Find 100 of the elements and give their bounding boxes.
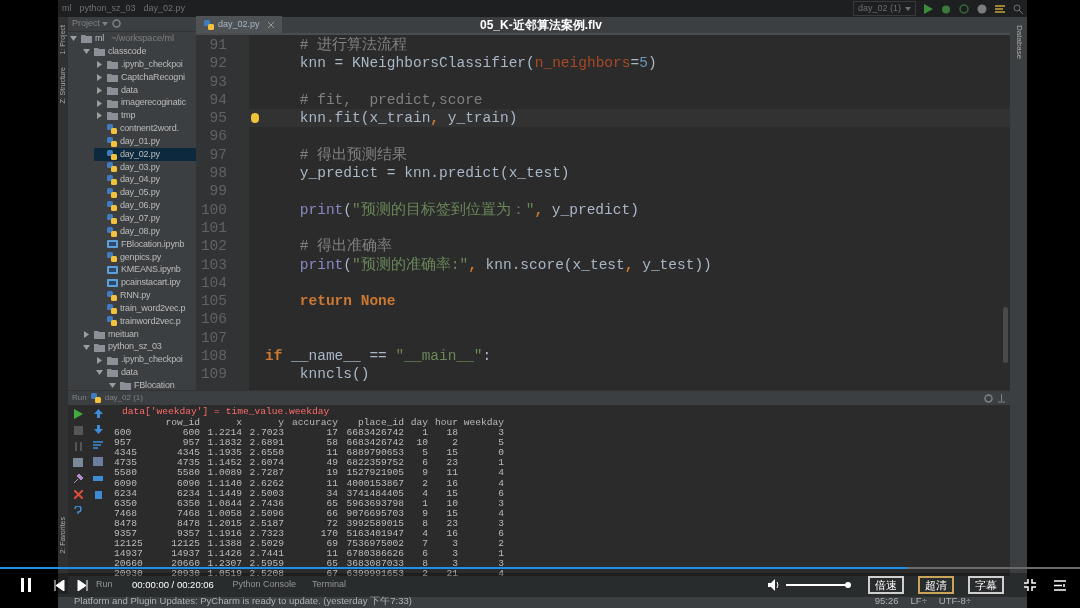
tree-item[interactable]: meituan — [81, 327, 196, 341]
table-cell-text: 6 — [421, 458, 428, 469]
table-cell-text: 4735 — [175, 458, 200, 469]
tree-item[interactable]: day_06.py — [94, 199, 196, 213]
table-cell-text: 6822359752 — [345, 458, 404, 469]
table-cell-text: 2 — [451, 438, 458, 449]
table-cell-text: 957 — [181, 438, 200, 449]
tree-item[interactable]: day_01.py — [94, 135, 196, 149]
tool-window-tab[interactable]: Database — [1012, 25, 1025, 60]
run-config-dropdown[interactable]: day_02 (1) — [852, 0, 916, 17]
table-cell-text: 2 — [421, 478, 428, 489]
tool-tab[interactable]: Python Console — [232, 578, 297, 592]
table-cell-text: 10 — [445, 498, 458, 509]
breadcrumb-item[interactable]: day_02.py — [143, 1, 186, 16]
tree-item[interactable]: day_04.py — [94, 173, 196, 187]
tree-item[interactable]: RNN.py — [94, 289, 196, 303]
tree-item[interactable]: contnent2word. — [94, 122, 196, 136]
tree-item[interactable]: genpics.py — [94, 250, 196, 264]
player-option-button[interactable]: 超清 — [918, 576, 954, 594]
table-cell-text: 6399991653 — [345, 569, 404, 576]
table-cell-text: 1 — [497, 549, 504, 560]
row-index: 8478 — [114, 518, 139, 530]
tree-item[interactable]: tmp — [94, 109, 196, 123]
table-cell-text: 9 — [421, 508, 428, 519]
table-cell-text: 2.6550 — [248, 448, 284, 459]
tree-item[interactable]: .ipynb_checkpoi — [94, 58, 196, 72]
tree-item[interactable]: train_word2vec.p — [94, 302, 196, 316]
table-cell-text: 7 — [421, 539, 428, 550]
tree-item[interactable]: trainword2vec.p — [94, 315, 196, 328]
file-encoding[interactable]: UTF-8÷ — [938, 593, 971, 608]
table-cell-text: 15 — [445, 488, 458, 499]
table-cell-text: 34 — [325, 488, 338, 499]
cursor-position[interactable]: 95:26 — [874, 593, 899, 608]
table-cell-text: 2.5187 — [248, 518, 284, 530]
tree-item[interactable]: KMEANS.ipynb — [94, 263, 196, 277]
table-cell-text: 20660 — [170, 559, 200, 570]
tree-item[interactable]: CaptchaRecogni — [94, 71, 196, 84]
tree-item[interactable]: day_05.py — [94, 186, 196, 200]
tool-tab[interactable]: Run — [96, 578, 113, 592]
table-cell-text: 6234 — [175, 488, 200, 499]
tree-item[interactable]: .ipynb_checkpoi — [94, 353, 196, 367]
breadcrumb-item[interactable]: python_sz_03 — [79, 1, 136, 16]
player-option-button[interactable]: 倍速 — [868, 576, 904, 594]
editor-tab[interactable]: day_02.py — [196, 16, 282, 33]
table-cell-text: 4 — [497, 468, 504, 479]
table-cell-text: 1527921905 — [345, 468, 404, 479]
table-cell-text: 5580 — [175, 468, 200, 479]
table-cell-text: 6 — [497, 529, 504, 540]
table-cell-text: 9357 — [175, 529, 200, 540]
table-cell-text: 1 — [421, 498, 428, 509]
tree-item[interactable]: data — [94, 83, 196, 97]
tree-item[interactable]: day_07.py — [94, 212, 196, 226]
table-cell-text: 3 — [497, 498, 504, 509]
table-cell-text: 5963693798 — [345, 498, 404, 509]
tree-label: imagerecoginatic — [121, 96, 186, 110]
tree-item[interactable]: pcainstacart.ipy — [94, 276, 196, 290]
video-title: 05_K-近邻算法案例.flv — [480, 17, 603, 34]
table-cell-text: 49 — [325, 458, 338, 469]
column-header: day — [409, 418, 428, 429]
tree-item[interactable]: ml ~/workspace/ml — [68, 32, 196, 46]
tree-item[interactable]: day_08.py — [94, 225, 196, 238]
code-line: y_predict = knn.predict(x_test) — [298, 164, 570, 183]
table-cell-text: 1.2015 — [206, 518, 242, 530]
row-index: 600 — [114, 428, 133, 439]
code-line: # 得出准确率 — [298, 237, 393, 256]
row-index: 5580 — [114, 468, 139, 479]
table-cell-text: 2.5959 — [248, 559, 284, 570]
column-header: y — [277, 418, 284, 429]
row-index: 6350 — [114, 498, 139, 509]
row-index: 6090 — [114, 478, 139, 489]
row-index: 4345 — [114, 448, 139, 459]
table-cell-text: 58 — [325, 438, 338, 449]
table-cell-text: 7536975002 — [345, 539, 404, 550]
code-line: return None — [298, 292, 396, 311]
tree-item[interactable]: python_sz_03 — [81, 340, 196, 354]
line-separator[interactable]: LF÷ — [910, 593, 927, 608]
breadcrumb-item[interactable]: ml — [62, 1, 72, 16]
tree-item[interactable]: data — [94, 366, 196, 380]
table-cell-text: 2.5003 — [248, 488, 284, 499]
table-cell-text: 9076695703 — [345, 508, 404, 519]
table-cell-text: 2.6891 — [248, 438, 284, 449]
code-line: knn.fit(x_train, y_train) — [298, 109, 518, 128]
tool-tab[interactable]: Terminal — [312, 578, 347, 592]
tree-label: python_sz_03 — [108, 340, 162, 354]
tree-item[interactable]: day_03.py — [94, 160, 196, 174]
table-cell-text: 4000153867 — [345, 478, 404, 489]
time-display: 00:00:00 / 00:20:06 — [132, 577, 214, 592]
tree-label: FBlocation — [134, 378, 175, 390]
table-cell-text: 23 — [445, 458, 458, 469]
code-line: knn = KNeighborsClassifier(n_neighbors=5) — [298, 54, 657, 73]
tree-label: day_05.py — [120, 186, 160, 200]
table-cell-text: 65 — [325, 498, 338, 509]
tree-item[interactable]: FBlocation — [107, 379, 196, 390]
tree-item[interactable]: day_02.py — [94, 148, 196, 161]
column-header: x — [235, 418, 242, 429]
tree-item[interactable]: imagerecoginatic — [94, 96, 196, 110]
tree-item[interactable]: FBlocation.ipynb — [94, 238, 196, 251]
tree-item[interactable]: classcode — [81, 45, 196, 59]
table-cell-text: 11 — [445, 468, 458, 479]
player-option-button[interactable]: 字幕 — [968, 576, 1004, 594]
